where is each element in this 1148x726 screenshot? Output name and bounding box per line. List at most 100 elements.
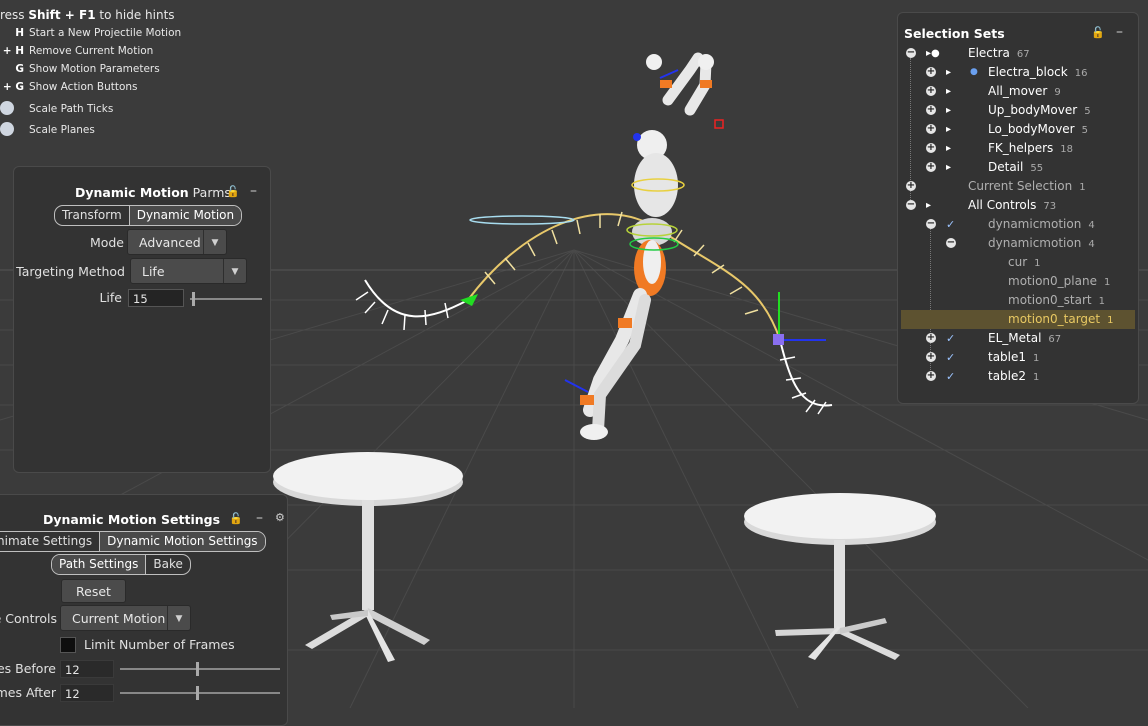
collapse-icon[interactable]: − bbox=[906, 200, 916, 210]
expand-icon[interactable]: + bbox=[926, 67, 936, 77]
expand-icon[interactable]: + bbox=[926, 105, 936, 115]
set-type-icon: ▸ bbox=[926, 200, 932, 211]
collapse-icon[interactable]: − bbox=[946, 238, 956, 248]
limit-frames-checkbox[interactable] bbox=[60, 637, 76, 653]
lock-icon[interactable]: 🔓 bbox=[229, 512, 243, 525]
lock-icon[interactable]: 🔓 bbox=[226, 185, 240, 198]
set-row-detail[interactable]: + ▸ Detail 55 bbox=[898, 158, 1138, 177]
life-slider[interactable] bbox=[190, 292, 262, 306]
set-type-icon: ▸ bbox=[946, 162, 952, 173]
settings-icon[interactable]: ⚙ bbox=[275, 511, 285, 524]
set-row-current-selection[interactable]: + Current Selection 1 bbox=[898, 177, 1138, 196]
set-row-all-mover[interactable]: + ▸ All_mover 9 bbox=[898, 82, 1138, 101]
figure-icon: ✓ bbox=[946, 370, 956, 383]
hint-row: G Show Motion Parameters bbox=[15, 63, 160, 75]
selection-sets-panel: Selection Sets 🔓 – − ▸● Electra 67 + ▸ ● … bbox=[897, 12, 1139, 404]
targeting-method-dropdown[interactable]: Life ▼ bbox=[130, 258, 247, 284]
motion-plane-ring bbox=[469, 215, 575, 225]
set-row-motion0-plane[interactable]: motion0_plane 1 bbox=[898, 272, 1138, 291]
table-right bbox=[744, 493, 936, 660]
expand-icon[interactable]: + bbox=[926, 371, 936, 381]
frames-before-field[interactable]: 12 bbox=[60, 660, 114, 678]
hint-row: + G Show Action Buttons bbox=[2, 81, 138, 93]
limit-frames-label: Limit Number of Frames bbox=[84, 637, 235, 652]
set-type-icon: ▸● bbox=[926, 48, 940, 59]
mode-dropdown[interactable]: Advanced ▼ bbox=[127, 229, 227, 255]
tab-dynamic-motion-settings[interactable]: Dynamic Motion Settings bbox=[100, 532, 265, 551]
minimize-icon[interactable]: – bbox=[256, 510, 263, 526]
frames-before-label: es Before bbox=[0, 661, 56, 676]
set-type-icon: ▸ bbox=[946, 143, 952, 154]
panel-title: Dynamic Motion Settings bbox=[43, 512, 221, 527]
set-row-dynamicmotion[interactable]: − dynamicmotion 4 bbox=[898, 234, 1138, 253]
reset-button[interactable]: Reset bbox=[61, 579, 126, 603]
tab-dynamic-motion[interactable]: Dynamic Motion bbox=[129, 206, 242, 225]
controls-dropdown[interactable]: Current Motion ▼ bbox=[60, 605, 191, 631]
expand-icon[interactable]: + bbox=[926, 333, 936, 343]
slider-knob[interactable] bbox=[192, 292, 195, 306]
figure-icon: ✓ bbox=[946, 218, 956, 231]
panel-title: Dynamic Motion Parms bbox=[75, 185, 231, 200]
dynamic-motion-parms-panel: Dynamic Motion Parms 🔓 – Transform Dynam… bbox=[13, 166, 271, 473]
table-left bbox=[273, 452, 463, 662]
expand-icon[interactable]: + bbox=[926, 124, 936, 134]
mouse-icon bbox=[0, 122, 14, 136]
set-row-electra[interactable]: − ▸● Electra 67 bbox=[898, 44, 1138, 63]
set-row-motion0-target[interactable]: motion0_target 1 bbox=[901, 310, 1135, 329]
expand-icon[interactable]: + bbox=[926, 143, 936, 153]
chevron-down-icon: ▼ bbox=[167, 606, 190, 630]
motion-tail-right bbox=[779, 339, 833, 407]
robot-character bbox=[564, 52, 724, 440]
expand-icon[interactable]: + bbox=[926, 162, 936, 172]
set-type-icon: ▸ bbox=[946, 67, 952, 78]
controls-label: e Controls bbox=[0, 611, 57, 626]
tab-transform[interactable]: Transform bbox=[55, 206, 130, 225]
chevron-down-icon: ▼ bbox=[223, 259, 246, 283]
mode-label: Mode bbox=[89, 235, 124, 250]
set-row-electra-block[interactable]: + ▸ ● Electra_block 16 bbox=[898, 63, 1138, 82]
set-row-dynamicmotion[interactable]: − ✓ dynamicmotion 4 bbox=[898, 215, 1138, 234]
set-row-cur[interactable]: cur 1 bbox=[898, 253, 1138, 272]
set-type-icon: ▸ bbox=[946, 124, 952, 135]
targeting-method-label: Targeting Method bbox=[16, 264, 125, 279]
set-row-fk-helpers[interactable]: + ▸ FK_helpers 18 bbox=[898, 139, 1138, 158]
collapse-icon[interactable]: − bbox=[926, 219, 936, 229]
hint-row: H Start a New Projectile Motion bbox=[15, 27, 182, 39]
settings-subtab-bar: Path Settings Bake bbox=[51, 554, 191, 575]
frames-after-field[interactable]: 12 bbox=[60, 684, 114, 702]
minimize-icon[interactable]: – bbox=[250, 183, 257, 199]
collapse-icon[interactable]: − bbox=[906, 48, 916, 58]
figure-icon: ✓ bbox=[946, 332, 956, 345]
life-field[interactable]: 15 bbox=[128, 289, 184, 307]
set-row-table1[interactable]: + ✓ table1 1 bbox=[898, 348, 1138, 367]
set-row-motion0-start[interactable]: motion0_start 1 bbox=[898, 291, 1138, 310]
tab-path-settings[interactable]: Path Settings bbox=[52, 555, 147, 574]
hint-row: + H Remove Current Motion bbox=[2, 45, 154, 57]
hint-row: Scale Planes bbox=[0, 122, 95, 136]
slider-knob[interactable] bbox=[196, 686, 199, 700]
tab-bake[interactable]: Bake bbox=[146, 555, 190, 574]
parms-tab-bar: Transform Dynamic Motion bbox=[54, 205, 243, 226]
set-type-icon: ▸ bbox=[946, 86, 952, 97]
tab-animate-settings[interactable]: nimate Settings bbox=[0, 532, 101, 551]
frames-before-slider[interactable] bbox=[120, 662, 280, 676]
slider-knob[interactable] bbox=[196, 662, 199, 676]
expand-icon[interactable]: + bbox=[926, 86, 936, 96]
mouse-icon bbox=[0, 101, 14, 115]
frames-after-slider[interactable] bbox=[120, 686, 280, 700]
dot-icon: ● bbox=[970, 67, 978, 77]
set-row-el-metal[interactable]: + ✓ EL_Metal 67 bbox=[898, 329, 1138, 348]
dynamic-motion-settings-panel: Dynamic Motion Settings 🔓 – ⚙ nimate Set… bbox=[0, 494, 288, 726]
minimize-icon[interactable]: – bbox=[1116, 24, 1123, 40]
settings-tab-bar: nimate Settings Dynamic Motion Settings bbox=[0, 531, 266, 552]
set-row-table2[interactable]: + ✓ table2 1 bbox=[898, 367, 1138, 386]
set-row-up-bodymover[interactable]: + ▸ Up_bodyMover 5 bbox=[898, 101, 1138, 120]
life-label: Life bbox=[99, 290, 122, 305]
frames-after-label: mes After bbox=[0, 685, 56, 700]
set-row-all-controls[interactable]: − ▸ All Controls 73 bbox=[898, 196, 1138, 215]
expand-icon[interactable]: + bbox=[906, 181, 916, 191]
set-row-lo-bodymover[interactable]: + ▸ Lo_bodyMover 5 bbox=[898, 120, 1138, 139]
hint-row: Scale Path Ticks bbox=[0, 101, 113, 115]
lock-icon[interactable]: 🔓 bbox=[1091, 26, 1105, 39]
expand-icon[interactable]: + bbox=[926, 352, 936, 362]
